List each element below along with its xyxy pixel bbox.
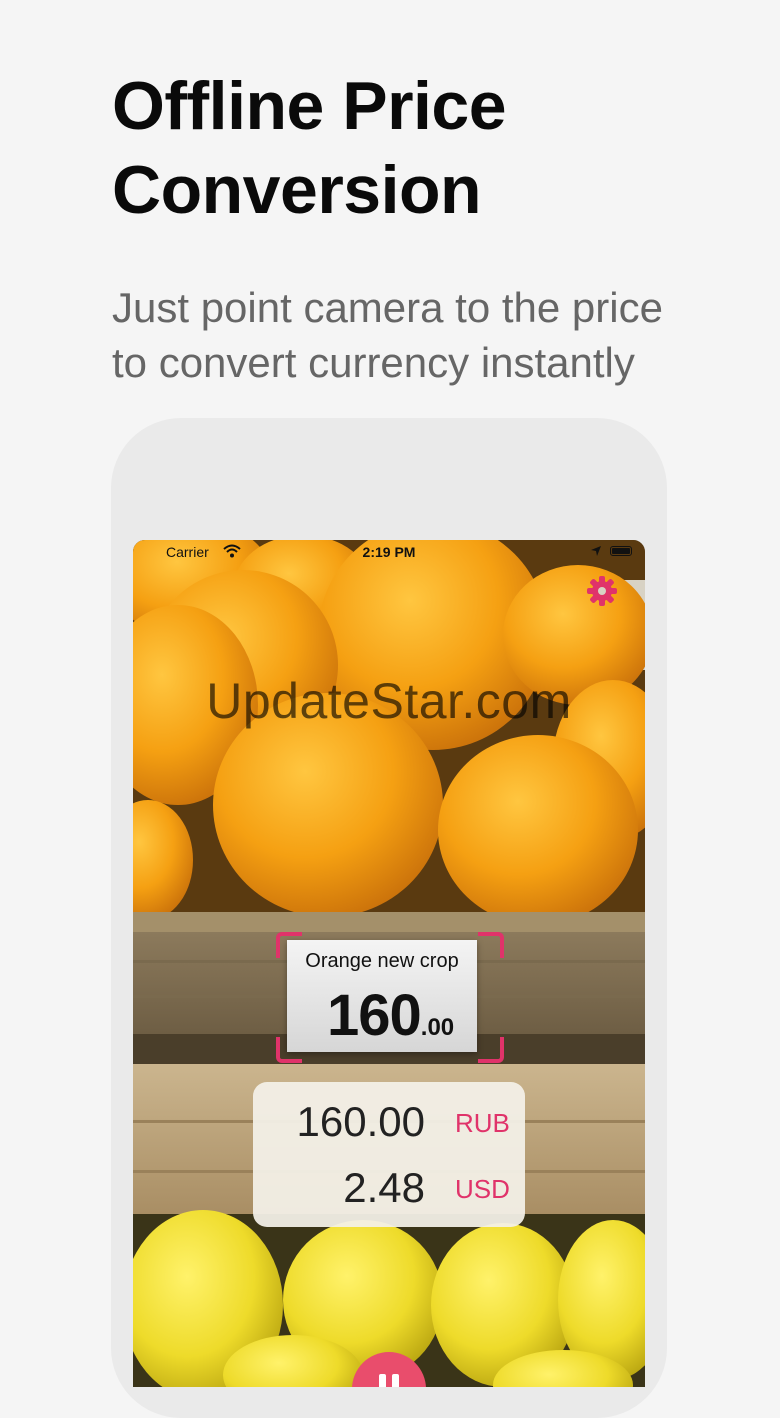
conversion-row-source: 160.00 RUB xyxy=(253,1094,525,1154)
subheadline-line-2: to convert currency instantly xyxy=(112,339,635,386)
source-currency[interactable]: RUB xyxy=(455,1108,510,1139)
battery-icon xyxy=(610,546,632,556)
status-bar: Carrier 2:19 PM xyxy=(133,540,645,564)
camera-screen: Carrier 2:19 PM UpdateStar.com Orange ne… xyxy=(133,540,645,1387)
price-tag-main: 160 xyxy=(327,983,422,1048)
target-amount: 2.48 xyxy=(343,1164,425,1211)
headline-line-2: Conversion xyxy=(112,152,482,228)
price-tag-cents: .00 xyxy=(420,1014,455,1041)
source-amount: 160.00 xyxy=(296,1098,425,1145)
target-currency[interactable]: USD xyxy=(455,1174,510,1205)
subheadline: Just point camera to the price to conver… xyxy=(112,280,732,390)
subheadline-line-1: Just point camera to the price xyxy=(112,284,663,331)
location-arrow-icon xyxy=(591,546,601,556)
headline-line-1: Offline Price xyxy=(112,68,507,144)
conversion-result-card: 160.00 RUB 2.48 USD xyxy=(253,1082,525,1227)
price-tag-name: Orange new crop xyxy=(305,950,459,972)
headline: Offline Price Conversion xyxy=(112,64,732,232)
scan-frame-corner-bottom-left xyxy=(276,1037,302,1063)
scan-frame-corner-top-right xyxy=(478,932,504,958)
conversion-row-target: 2.48 USD xyxy=(253,1160,525,1220)
price-tag: Orange new crop 160.00 xyxy=(287,940,477,1052)
status-time: 2:19 PM xyxy=(362,544,416,560)
price-tag-price: 160.00 xyxy=(327,982,454,1049)
gear-icon[interactable] xyxy=(584,573,620,609)
scan-frame-corner-bottom-right xyxy=(478,1037,504,1063)
watermark: UpdateStar.com xyxy=(206,673,572,729)
scan-frame-corner-top-left xyxy=(276,932,302,958)
